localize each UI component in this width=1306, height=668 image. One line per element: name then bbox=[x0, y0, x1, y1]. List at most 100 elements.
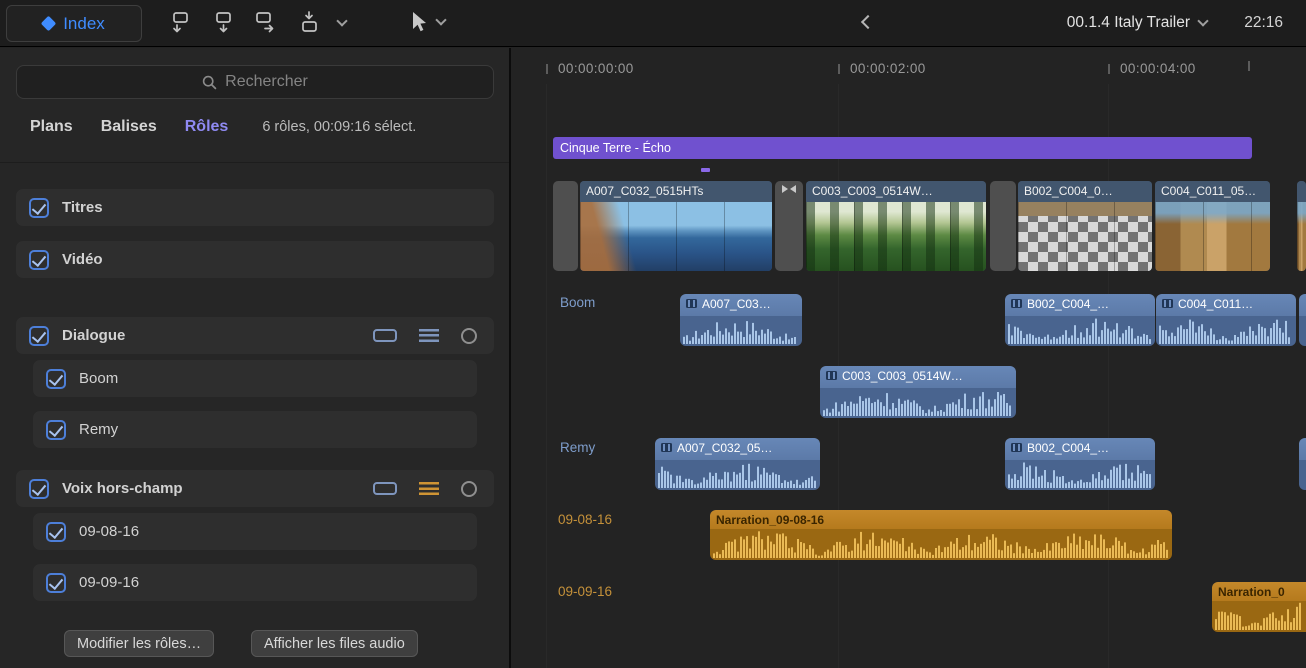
show-subrole-lanes-icon[interactable] bbox=[419, 482, 439, 495]
append-edit-icon[interactable] bbox=[252, 10, 280, 36]
role-checkbox[interactable] bbox=[46, 573, 66, 593]
role-label: Vidéo bbox=[62, 251, 103, 268]
role-label: 09-08-16 bbox=[79, 523, 139, 540]
minimize-lanes-icon[interactable] bbox=[373, 482, 397, 495]
audio-clip[interactable]: A007_C032_05… bbox=[655, 438, 820, 490]
waveform bbox=[683, 318, 799, 344]
ruler-timecode: 00:00:00:00 bbox=[558, 61, 634, 76]
timeline-ruler[interactable]: 00:00:00:00 00:00:02:00 00:00:04:00 bbox=[513, 48, 1306, 86]
audio-clip-partial[interactable] bbox=[1299, 294, 1306, 346]
tab-balises[interactable]: Balises bbox=[101, 118, 157, 136]
divider bbox=[0, 162, 509, 163]
timeline[interactable]: 00:00:00:00 00:00:02:00 00:00:04:00 Cinq… bbox=[513, 48, 1306, 668]
role-row-dialogue[interactable]: Dialogue bbox=[16, 317, 494, 354]
role-row-video[interactable]: Vidéo bbox=[16, 241, 494, 278]
role-checkbox[interactable] bbox=[46, 420, 66, 440]
show-subrole-lanes-icon[interactable] bbox=[419, 329, 439, 342]
lane-label: 09-08-16 bbox=[558, 512, 612, 527]
video-clip-name: C003_C003_0514W… bbox=[806, 181, 986, 202]
video-clip-partial[interactable] bbox=[1297, 181, 1306, 271]
role-row-voix-hors-champ[interactable]: Voix hors-champ bbox=[16, 470, 494, 507]
video-clip[interactable]: C003_C003_0514W… bbox=[806, 181, 986, 271]
focus-circle-icon[interactable] bbox=[461, 481, 477, 497]
transition-clip[interactable] bbox=[990, 181, 1016, 271]
audio-clip-name: C004_C011… bbox=[1178, 297, 1253, 311]
role-checkbox[interactable] bbox=[29, 198, 49, 218]
insert-edit-icon[interactable] bbox=[209, 10, 237, 36]
audio-clip-name: Narration_0 bbox=[1218, 585, 1285, 599]
role-row-09-08-16[interactable]: 09-08-16 bbox=[33, 513, 477, 550]
lane-label: Remy bbox=[560, 440, 595, 455]
project-switcher[interactable]: 00.1.4 Italy Trailer bbox=[1067, 14, 1207, 32]
role-checkbox[interactable] bbox=[29, 250, 49, 270]
role-checkbox[interactable] bbox=[29, 479, 49, 499]
ruler-tick bbox=[546, 64, 548, 74]
index-diamond-icon bbox=[41, 16, 57, 32]
index-button[interactable]: Index bbox=[6, 5, 142, 42]
filmstrip-icon bbox=[1011, 443, 1022, 452]
primary-storyline: A007_C032_0515HTs C003_C003_0514W… B002_… bbox=[553, 181, 1270, 271]
video-thumbnail bbox=[580, 202, 772, 271]
grid-line bbox=[546, 84, 547, 668]
audio-clip[interactable]: B002_C004_… bbox=[1005, 438, 1155, 490]
role-row-09-09-16[interactable]: 09-09-16 bbox=[33, 564, 477, 601]
role-label: Remy bbox=[79, 421, 118, 438]
tab-roles[interactable]: Rôles bbox=[185, 118, 229, 136]
toolbar: Index 00.1.4 Italy Trailer 22:16 bbox=[0, 0, 1306, 47]
edit-tools-group bbox=[166, 10, 346, 36]
project-name: 00.1.4 Italy Trailer bbox=[1067, 14, 1190, 32]
transition-clip[interactable] bbox=[553, 181, 578, 271]
title-clip[interactable]: Cinque Terre - Écho bbox=[553, 137, 1252, 159]
narration-audio-clip[interactable]: Narration_0 bbox=[1212, 582, 1306, 632]
role-checkbox[interactable] bbox=[29, 326, 49, 346]
transition-clip[interactable] bbox=[775, 181, 803, 271]
role-label: Titres bbox=[62, 199, 103, 216]
edit-tools-chevron-icon[interactable] bbox=[336, 15, 347, 26]
role-checkbox[interactable] bbox=[46, 369, 66, 389]
project-chevron-icon bbox=[1197, 15, 1208, 26]
video-clip[interactable]: A007_C032_0515HTs bbox=[580, 181, 772, 271]
show-audio-lanes-button[interactable]: Afficher les files audio bbox=[251, 630, 418, 657]
role-checkbox[interactable] bbox=[46, 522, 66, 542]
role-label: 09-09-16 bbox=[79, 574, 139, 591]
search-input[interactable]: Rechercher bbox=[16, 65, 494, 99]
role-row-titres[interactable]: Titres bbox=[16, 189, 494, 226]
video-clip-name: B002_C004_0… bbox=[1018, 181, 1152, 202]
minimize-lanes-icon[interactable] bbox=[373, 329, 397, 342]
waveform bbox=[713, 530, 1169, 558]
audio-clip[interactable]: A007_C03… bbox=[680, 294, 802, 346]
role-row-remy[interactable]: Remy bbox=[33, 411, 477, 448]
role-label: Boom bbox=[79, 370, 118, 387]
video-clip[interactable]: B002_C004_0… bbox=[1018, 181, 1152, 271]
edit-roles-button[interactable]: Modifier les rôles… bbox=[64, 630, 214, 657]
waveform bbox=[1159, 318, 1293, 344]
role-label: Voix hors-champ bbox=[62, 480, 183, 497]
collapse-browser-chevron-icon[interactable] bbox=[861, 15, 875, 29]
filmstrip-icon bbox=[1162, 299, 1173, 308]
audio-clip[interactable]: B002_C004_… bbox=[1005, 294, 1155, 346]
waveform bbox=[658, 462, 817, 488]
waveform bbox=[1008, 318, 1152, 344]
audio-clip[interactable]: C004_C011… bbox=[1156, 294, 1296, 346]
search-placeholder: Rechercher bbox=[225, 73, 308, 91]
focus-circle-icon[interactable] bbox=[461, 328, 477, 344]
narration-audio-clip[interactable]: Narration_09-08-16 bbox=[710, 510, 1172, 560]
filmstrip-icon bbox=[661, 443, 672, 452]
pointer-tool-chevron-icon bbox=[435, 14, 446, 25]
connect-edit-icon[interactable] bbox=[166, 10, 194, 36]
role-row-boom[interactable]: Boom bbox=[33, 360, 477, 397]
ruler-tick bbox=[1248, 61, 1250, 71]
video-clip[interactable]: C004_C011_05… bbox=[1155, 181, 1270, 271]
overwrite-edit-icon[interactable] bbox=[295, 10, 323, 36]
audio-clip[interactable]: C003_C003_0514W… bbox=[820, 366, 1016, 418]
ruler-tick bbox=[1108, 64, 1110, 74]
audio-clip-partial[interactable] bbox=[1299, 438, 1306, 490]
lane-label: 09-09-16 bbox=[558, 584, 612, 599]
audio-clip-name: C003_C003_0514W… bbox=[842, 369, 963, 383]
video-clip-name: A007_C032_0515HTs bbox=[580, 181, 772, 202]
audio-clip-name: Narration_09-08-16 bbox=[716, 513, 824, 527]
tab-plans[interactable]: Plans bbox=[30, 118, 73, 136]
transition-icon bbox=[782, 185, 796, 194]
ruler-tick bbox=[838, 64, 840, 74]
pointer-tool-button[interactable] bbox=[408, 10, 445, 34]
